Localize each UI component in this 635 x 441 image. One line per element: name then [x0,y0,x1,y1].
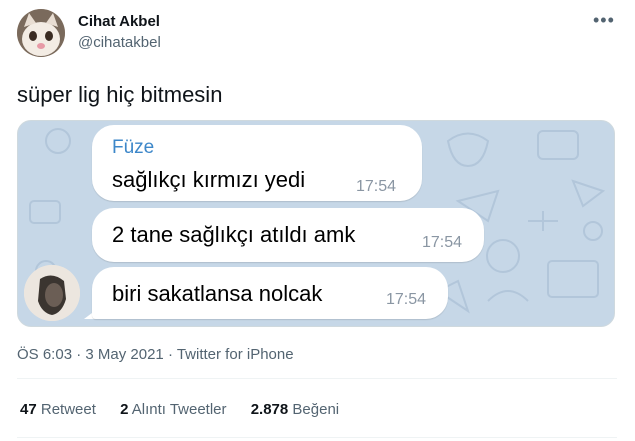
divider [17,437,617,438]
likes-label: Beğeni [292,401,340,418]
tweet-text: süper lig hiç bitmesin [17,82,223,107]
message-bubble: Füze sağlıkçı kırmızı yedi 17:54 [92,125,422,201]
message-sender-name: Füze [112,137,155,158]
message-text: sağlıkçı kırmızı yedi [112,167,306,192]
retweets-stat[interactable]: 47 Retweet [20,401,96,418]
likes-count: 2.878 [250,401,289,418]
message-time: 17:54 [422,234,463,251]
sender-avatar[interactable] [24,265,80,321]
quotes-stat[interactable]: 2 Alıntı Tweetler [120,401,226,418]
message-text: 2 tane sağlıkçı atıldı amk [112,222,356,247]
meta-separator: · [72,346,86,363]
quotes-count: 2 [120,401,129,418]
author-name[interactable]: Cihat Akbel [78,13,160,30]
quotes-label: Alıntı Tweetler [131,401,227,418]
retweets-label: Retweet [40,401,96,418]
message-bubble: biri sakatlansa nolcak 17:54 [92,267,448,319]
sender-avatar-image [24,265,80,321]
message-text: biri sakatlansa nolcak [112,281,323,306]
tweet-media-image[interactable]: Füze sağlıkçı kırmızı yedi 17:54 2 tane … [17,120,615,327]
more-options-icon[interactable]: ••• [593,10,615,31]
cat-avatar-image [17,9,65,57]
message-bubble: 2 tane sağlıkçı atıldı amk 17:54 [92,208,484,262]
divider [17,378,617,379]
author-avatar[interactable] [17,9,65,57]
tweet-meta: ÖS 6:03 · 3 May 2021 · Twitter for iPhon… [17,346,294,363]
message-time: 17:54 [386,291,427,308]
author-handle[interactable]: @cihatakbel [78,34,161,51]
tweet-time[interactable]: ÖS 6:03 [17,346,72,363]
tweet-date[interactable]: 3 May 2021 [85,346,163,363]
tweet-stats: 47 Retweet 2 Alıntı Tweetler 2.878 Beğen… [20,401,359,418]
retweets-count: 47 [20,401,37,418]
tweet-source[interactable]: Twitter for iPhone [177,346,294,363]
meta-separator: · [163,346,177,363]
likes-stat[interactable]: 2.878 Beğeni [251,401,339,418]
message-time: 17:54 [356,178,397,195]
